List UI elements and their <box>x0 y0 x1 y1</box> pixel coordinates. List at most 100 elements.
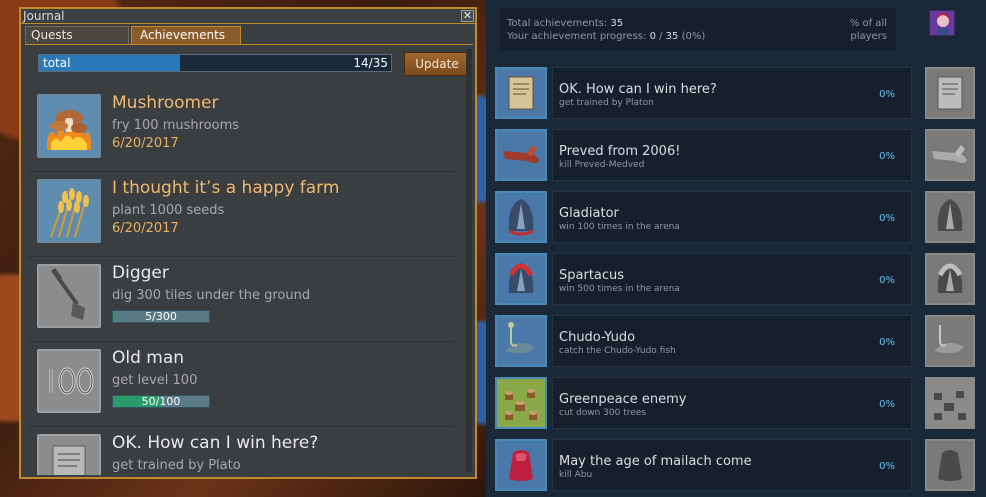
percent-of-players-header: % of all players <box>849 18 887 42</box>
journal-achievement-name: Mushroomer <box>112 93 219 113</box>
tree-stumps-icon <box>495 377 547 429</box>
gladiator-helmet-icon <box>495 191 547 243</box>
achievement-info: Chudo-Yudo catch the Chudo-Yudo fish 0% <box>552 315 912 367</box>
tree-stumps-icon <box>925 377 975 429</box>
achievement-desc: win 100 times in the arena <box>559 222 680 232</box>
scroll-icon <box>37 434 101 475</box>
journal-titlebar[interactable]: Journal ✕ <box>21 9 475 24</box>
achievements-panel: total 14/35 Update Mushroomer fry 100 mu… <box>25 44 473 475</box>
achievement-progress-percent: (0%) <box>681 31 706 42</box>
journal-achievement-item: Digger dig 300 tiles under the ground 5/… <box>29 257 454 342</box>
close-icon[interactable]: ✕ <box>461 10 474 22</box>
achievement-desc: kill Abu <box>559 470 593 480</box>
journal-achievement-item: I thought it’s a happy farm plant 1000 s… <box>29 172 454 257</box>
journal-achievement-progress-bar: 50/100 <box>112 395 210 408</box>
achievement-desc: win 500 times in the arena <box>559 284 680 294</box>
achievement-progress-label: Your achievement progress: <box>507 31 647 42</box>
journal-achievement-progress-bar: 5/300 <box>112 310 210 323</box>
shovel-icon <box>37 264 101 328</box>
bear-paw-icon <box>925 129 975 181</box>
achievement-row: Chudo-Yudo catch the Chudo-Yudo fish 0% <box>495 315 979 367</box>
achievement-row: OK. How can I win here? get trained by P… <box>495 67 979 119</box>
scroll-icon <box>495 67 547 119</box>
journal-achievement-desc: plant 1000 seeds <box>112 203 225 218</box>
achievement-info: Preved from 2006! kill Preved-Medved 0% <box>552 129 912 181</box>
journal-achievement-name: Old man <box>112 348 185 368</box>
achievement-percent: 0% <box>879 399 895 410</box>
tab-quests[interactable]: Quests <box>25 26 129 44</box>
achievement-progress-separator: / <box>655 31 666 42</box>
achievement-percent: 0% <box>879 461 895 472</box>
achievement-name: May the age of mailach come <box>559 454 752 469</box>
achievement-row: May the age of mailach come kill Abu 0% <box>495 439 979 491</box>
achievement-row: Preved from 2006! kill Preved-Medved 0% <box>495 129 979 181</box>
achievement-name: Preved from 2006! <box>559 144 681 159</box>
achievement-desc: catch the Chudo-Yudo fish <box>559 346 676 356</box>
achievement-info: May the age of mailach come kill Abu 0% <box>552 439 912 491</box>
achievement-name: OK. How can I win here? <box>559 82 717 97</box>
achievement-row: Spartacus win 500 times in the arena 0% <box>495 253 979 305</box>
journal-achievement-desc: get level 100 <box>112 373 198 388</box>
journal-title: Journal <box>23 9 65 23</box>
journal-achievement-desc: dig 300 tiles under the ground <box>112 288 311 303</box>
journal-achievement-item: OK. How can I win here? get trained by P… <box>29 427 454 475</box>
achievement-row: Gladiator win 100 times in the arena 0% <box>495 191 979 243</box>
fish-hook-icon <box>925 315 975 367</box>
achievement-name: Spartacus <box>559 268 625 283</box>
achievement-summary: Total achievements: 35 Your achievement … <box>500 8 896 51</box>
journal-window: Journal ✕ Quests Achievements total 14/3… <box>19 7 477 479</box>
journal-scrollbar[interactable] <box>466 49 472 472</box>
spartan-helmet-icon <box>495 253 547 305</box>
red-blob-icon <box>495 439 547 491</box>
journal-achievement-name: I thought it’s a happy farm <box>112 178 340 198</box>
scroll-icon <box>925 67 975 119</box>
journal-achievement-date: 6/20/2017 <box>112 136 179 151</box>
achievement-desc: cut down 300 trees <box>559 408 647 418</box>
journal-achievement-name: Digger <box>112 263 169 283</box>
fish-hook-icon <box>495 315 547 367</box>
journal-achievement-desc: fry 100 mushrooms <box>112 118 240 133</box>
bear-paw-icon <box>495 129 547 181</box>
achievement-percent: 0% <box>879 275 895 286</box>
avatar[interactable] <box>929 10 955 36</box>
total-achievements-value: 35 <box>610 18 624 29</box>
red-blob-icon <box>925 439 975 491</box>
total-progress-bar: total 14/35 <box>38 54 392 72</box>
total-progress-count: 14/35 <box>353 56 388 70</box>
achievement-progress-line: Your achievement progress: 0 / 35 (0%) <box>507 30 705 43</box>
achievement-row: Greenpeace enemy cut down 300 trees 0% <box>495 377 979 429</box>
achievement-percent: 0% <box>879 337 895 348</box>
journal-achievement-name: OK. How can I win here? <box>112 433 319 453</box>
achievement-name: Chudo-Yudo <box>559 330 636 345</box>
total-achievements-line: Total achievements: 35 <box>507 17 623 30</box>
achievement-progress-total: 35 <box>665 31 679 42</box>
achievement-percent: 0% <box>879 89 895 100</box>
journal-achievement-item: Mushroomer fry 100 mushrooms 6/20/2017 <box>29 87 454 172</box>
achievement-info: Gladiator win 100 times in the arena 0% <box>552 191 912 243</box>
spartan-helmet-icon <box>925 253 975 305</box>
tab-achievements[interactable]: Achievements <box>131 26 241 44</box>
achievement-desc: kill Preved-Medved <box>559 160 645 170</box>
total-achievements-label: Total achievements: <box>507 18 608 29</box>
journal-achievement-item: Old man get level 100 50/100 <box>29 342 454 427</box>
achievement-info: Greenpeace enemy cut down 300 trees 0% <box>552 377 912 429</box>
update-button[interactable]: Update <box>404 52 470 76</box>
level-100-icon <box>37 349 101 413</box>
journal-achievement-progress-text: 50/100 <box>141 395 181 408</box>
journal-achievement-date: 6/20/2017 <box>112 221 179 236</box>
steam-achievements-page: Total achievements: 35 Your achievement … <box>486 0 986 497</box>
achievement-name: Gladiator <box>559 206 619 221</box>
journal-tabs: Quests Achievements <box>25 26 473 44</box>
achievement-name: Greenpeace enemy <box>559 392 687 407</box>
gladiator-helmet-icon <box>925 191 975 243</box>
wheat-icon <box>37 179 101 243</box>
achievement-percent: 0% <box>879 151 895 162</box>
achievement-desc: get trained by Platon <box>559 98 654 108</box>
achievement-info: Spartacus win 500 times in the arena 0% <box>552 253 912 305</box>
achievement-percent: 0% <box>879 213 895 224</box>
total-progress-label: total <box>43 56 71 70</box>
fried-mushrooms-icon <box>37 94 101 158</box>
journal-achievement-progress-text: 5/300 <box>145 310 177 323</box>
journal-achievement-desc: get trained by Plato <box>112 458 241 473</box>
achievement-info: OK. How can I win here? get trained by P… <box>552 67 912 119</box>
